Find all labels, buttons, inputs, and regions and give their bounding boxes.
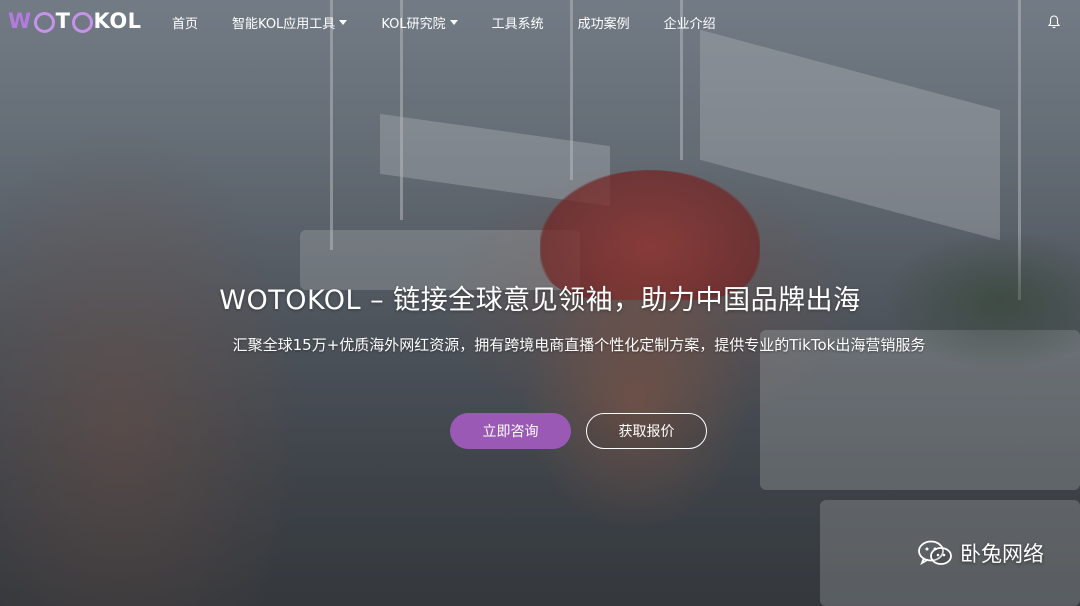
logo-kol: KOL bbox=[93, 9, 142, 33]
nav-item-label: 企业介绍 bbox=[663, 16, 716, 32]
brand-logo[interactable]: W T KOL bbox=[8, 6, 142, 36]
caret-down-icon bbox=[339, 19, 348, 25]
nav-item-kol-tools[interactable]: 智能KOL应用工具 bbox=[232, 13, 348, 32]
get-quote-button[interactable]: 获取报价 bbox=[586, 413, 707, 449]
watermark: 卧兔网络 bbox=[918, 538, 1044, 568]
watermark-text: 卧兔网络 bbox=[960, 542, 1044, 566]
nav-item-success-cases[interactable]: 成功案例 bbox=[578, 13, 630, 32]
nav-item-label: 成功案例 bbox=[577, 16, 630, 32]
bell-icon[interactable] bbox=[1048, 15, 1060, 29]
nav-item-tool-system[interactable]: 工具系统 bbox=[492, 13, 544, 32]
main-menu: 首页 智能KOL应用工具 KOL研究院 工具系统 成功案例 企业介绍 bbox=[172, 0, 750, 44]
caret-down-icon bbox=[449, 19, 458, 25]
nav-item-label: KOL研究院 bbox=[381, 16, 446, 32]
nav-item-about[interactable]: 企业介绍 bbox=[664, 13, 716, 32]
logo-o-mark bbox=[71, 11, 93, 33]
hero-section: W T KOL 首页 智能KOL应用工具 KOL研究院 工具系统 成功案例 企业… bbox=[0, 0, 1080, 606]
logo-w: W bbox=[8, 9, 32, 33]
consult-button[interactable]: 立即咨询 bbox=[450, 413, 571, 449]
nav-item-home[interactable]: 首页 bbox=[172, 13, 198, 32]
nav-item-label: 智能KOL应用工具 bbox=[232, 16, 336, 32]
hero-subtitle: 汇聚全球15万+优质海外网红资源，拥有跨境电商直播个性化定制方案，提供专业的Ti… bbox=[232, 336, 926, 354]
top-navbar: W T KOL 首页 智能KOL应用工具 KOL研究院 工具系统 成功案例 企业… bbox=[0, 0, 1080, 44]
hero-title: WOTOKOL – 链接全球意见领袖，助力中国品牌出海 bbox=[219, 285, 861, 316]
logo-o-mark bbox=[33, 11, 55, 33]
logo-t: T bbox=[55, 9, 71, 33]
wechat-icon bbox=[918, 540, 952, 566]
nav-item-label: 工具系统 bbox=[491, 16, 544, 32]
nav-item-kol-research[interactable]: KOL研究院 bbox=[381, 13, 458, 32]
nav-item-label: 首页 bbox=[172, 16, 199, 32]
